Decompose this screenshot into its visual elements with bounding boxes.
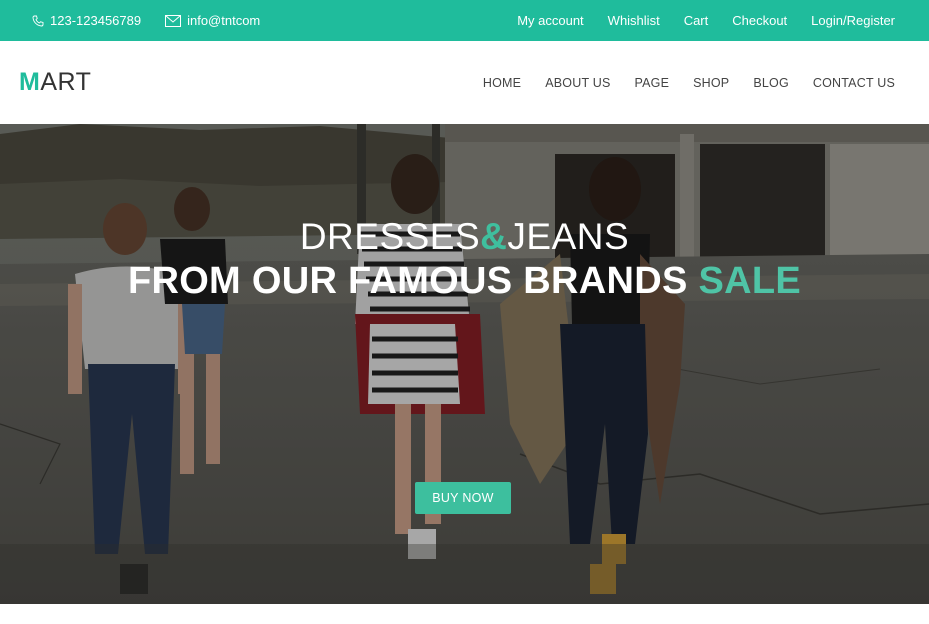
my-account-link[interactable]: My account [517,13,583,28]
logo[interactable]: M ART [19,68,91,97]
buy-now-button[interactable]: BUY NOW [415,482,511,514]
checkout-link[interactable]: Checkout [732,13,787,28]
phone-number: 123-123456789 [50,13,142,28]
nav-about-us[interactable]: ABOUT US [545,76,610,90]
nav-blog[interactable]: BLOG [753,76,789,90]
hero-line1-ampersand: & [480,216,508,257]
login-register-link[interactable]: Login/Register [811,13,895,28]
nav-shop[interactable]: SHOP [693,76,729,90]
page-bottom [0,604,929,624]
logo-first-letter: M [19,68,41,96]
hero-banner: DRESSES&JEANS FROM OUR FAMOUS BRANDS SAL… [0,124,929,604]
cart-link[interactable]: Cart [684,13,709,28]
site-header: M ART HOME ABOUT US PAGE SHOP BLOG CONTAC… [0,41,929,124]
main-nav: HOME ABOUT US PAGE SHOP BLOG CONTACT US [483,76,895,90]
hero-headline-1: DRESSES&JEANS [0,216,929,258]
hero-line2-main: FROM OUR FAMOUS BRANDS [127,260,699,302]
phone-contact: 123-123456789 [32,13,141,28]
account-links: My account Whishlist Cart Checkout Login… [517,13,895,28]
hero-overlay [0,124,929,604]
top-bar: 123-123456789 info@tntcom My account Whi… [0,0,929,41]
phone-icon [32,15,44,27]
email-address: info@tntcom [187,13,261,28]
nav-contact-us[interactable]: CONTACT US [813,76,895,90]
hero-line1-jeans: JEANS [507,216,630,257]
nav-page[interactable]: PAGE [635,76,670,90]
nav-home[interactable]: HOME [483,76,521,90]
wishlist-link[interactable]: Whishlist [608,13,660,28]
envelope-icon [165,14,182,27]
logo-rest: ART [40,68,92,96]
email-contact: info@tntcom [165,13,260,28]
hero-headline-2: FROM OUR FAMOUS BRANDS SALE [0,260,929,303]
hero-line2-sale: SALE [698,260,802,302]
contact-info: 123-123456789 info@tntcom [32,13,260,28]
hero-line1-dresses: DRESSES [299,216,481,257]
